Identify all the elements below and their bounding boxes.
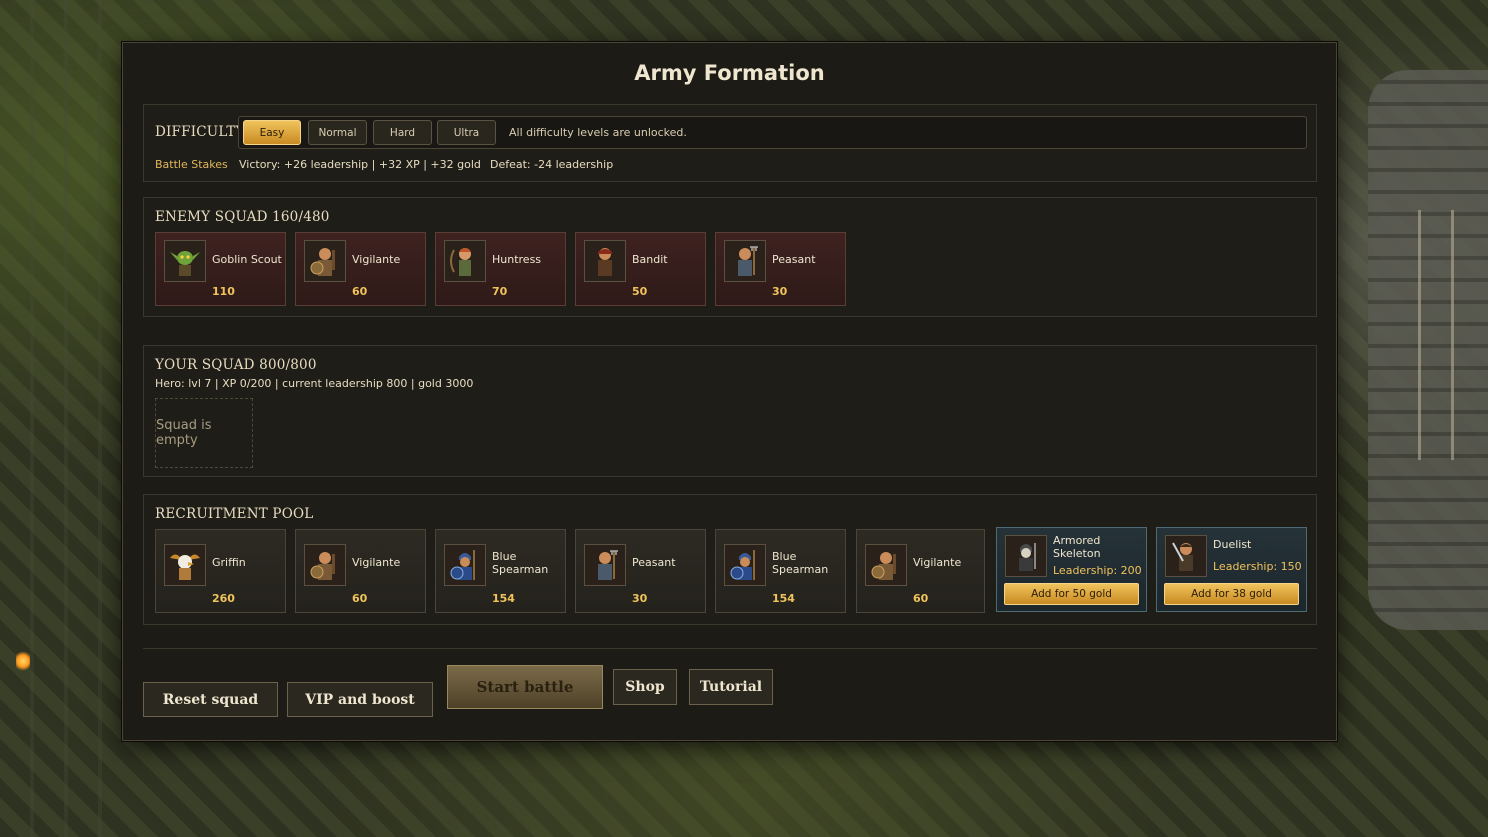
unit-name: Huntress <box>492 253 542 266</box>
difficulty-easy-button[interactable]: Easy <box>243 120 301 145</box>
your-squad-section: YOUR SQUAD 800/800 Hero: lvl 7 | XP 0/20… <box>143 345 1317 477</box>
recruit-unit-card[interactable]: Vigilante 60 <box>295 529 426 613</box>
panel-title: Army Formation <box>634 61 825 85</box>
your-squad-header: YOUR SQUAD 800/800 <box>155 357 317 373</box>
unit-name: Bandit <box>632 253 668 266</box>
unit-name: Peasant <box>632 556 676 569</box>
unit-name: Armored Skeleton <box>1053 534 1101 560</box>
tutorial-button[interactable]: Tutorial <box>689 669 773 705</box>
unit-leadership: Leadership: 150 <box>1213 560 1302 573</box>
victory-stakes: Victory: +26 leadership | +32 XP | +32 g… <box>239 158 481 171</box>
hero-info: Hero: lvl 7 | XP 0/200 | current leaders… <box>155 377 474 390</box>
difficulty-label: DIFFICULTY <box>155 124 245 140</box>
recruit-unit-card[interactable]: Peasant 30 <box>575 529 706 613</box>
skeleton-icon <box>1005 535 1047 577</box>
unit-value: 30 <box>772 285 788 298</box>
army-formation-panel: Army Formation DIFFICULTY Easy Normal Ha… <box>122 42 1337 741</box>
enemy-squad-header: ENEMY SQUAD 160/480 <box>155 209 330 225</box>
unit-value: 60 <box>913 592 929 605</box>
recruit-unit-card[interactable]: Blue Spearman 154 <box>715 529 846 613</box>
defeat-stakes: Defeat: -24 leadership <box>490 158 614 171</box>
unit-name: Blue Spearman <box>772 550 829 576</box>
duelist-icon <box>1165 535 1207 577</box>
difficulty-normal-button[interactable]: Normal <box>308 120 367 145</box>
enemy-squad-section: ENEMY SQUAD 160/480 Goblin Scout 110 Vig… <box>143 197 1317 317</box>
spearman-icon <box>724 544 766 586</box>
background-wall-left <box>0 0 122 837</box>
unit-value: 30 <box>632 592 648 605</box>
unit-value: 50 <box>632 285 648 298</box>
recruit-unit-card[interactable]: Blue Spearman 154 <box>435 529 566 613</box>
unit-name: Vigilante <box>913 556 962 569</box>
background-skeleton <box>1418 210 1454 460</box>
unit-name: Goblin Scout <box>212 253 282 266</box>
recruitment-pool-header: RECRUITMENT POOL <box>155 506 314 522</box>
unit-value: 110 <box>212 285 235 298</box>
peasant-icon <box>584 544 626 586</box>
unit-value: 60 <box>352 285 368 298</box>
recruit-unit-card[interactable]: Vigilante 60 <box>856 529 985 613</box>
vigilante-icon <box>304 240 346 282</box>
difficulty-section: DIFFICULTY Easy Normal Hard Ultra All di… <box>143 104 1317 182</box>
difficulty-hard-button[interactable]: Hard <box>373 120 432 145</box>
enemy-unit-card[interactable]: Goblin Scout 110 <box>155 232 286 306</box>
add-duelist-button[interactable]: Add for 38 gold <box>1164 583 1299 605</box>
background-candle <box>16 650 30 672</box>
squad-empty-text: Squad is empty <box>156 418 212 448</box>
add-armored-skeleton-button[interactable]: Add for 50 gold <box>1004 583 1139 605</box>
unit-name: Blue Spearman <box>492 550 549 576</box>
unit-value: 260 <box>212 592 235 605</box>
huntress-icon <box>444 240 486 282</box>
unit-name: Duelist <box>1213 538 1252 551</box>
griffin-icon <box>164 544 206 586</box>
unit-value: 154 <box>492 592 515 605</box>
enemy-unit-card[interactable]: Peasant 30 <box>715 232 846 306</box>
premium-unit-card[interactable]: Armored Skeleton Leadership: 200 Add for… <box>996 527 1147 612</box>
difficulty-selector: Easy Normal Hard Ultra All difficulty le… <box>238 116 1307 149</box>
enemy-unit-card[interactable]: Huntress 70 <box>435 232 566 306</box>
unit-name: Peasant <box>772 253 816 266</box>
recruitment-pool-section: RECRUITMENT POOL Griffin 260 Vigilante 6… <box>143 494 1317 625</box>
recruit-unit-card[interactable]: Griffin 260 <box>155 529 286 613</box>
unit-value: 60 <box>352 592 368 605</box>
vigilante-icon <box>304 544 346 586</box>
premium-unit-card[interactable]: Duelist Leadership: 150 Add for 38 gold <box>1156 527 1307 612</box>
shop-button[interactable]: Shop <box>613 669 677 705</box>
difficulty-ultra-button[interactable]: Ultra <box>437 120 496 145</box>
unit-name: Vigilante <box>352 556 401 569</box>
start-battle-button[interactable]: Start battle <box>447 665 603 709</box>
enemy-unit-card[interactable]: Vigilante 60 <box>295 232 426 306</box>
peasant-icon <box>724 240 766 282</box>
unit-leadership: Leadership: 200 <box>1053 564 1142 577</box>
bandit-icon <box>584 240 626 282</box>
vigilante-icon <box>865 544 907 586</box>
unit-name: Vigilante <box>352 253 401 266</box>
unit-name: Griffin <box>212 556 246 569</box>
reset-squad-button[interactable]: Reset squad <box>143 682 278 717</box>
vip-boost-button[interactable]: VIP and boost <box>287 682 433 717</box>
goblin-icon <box>164 240 206 282</box>
difficulty-note: All difficulty levels are unlocked. <box>509 126 687 139</box>
actions-divider <box>143 648 1317 649</box>
unit-value: 70 <box>492 285 508 298</box>
squad-empty-slot[interactable]: Squad is empty <box>155 398 253 468</box>
spearman-icon <box>444 544 486 586</box>
battle-stakes-label: Battle Stakes <box>155 158 228 171</box>
unit-value: 154 <box>772 592 795 605</box>
enemy-unit-card[interactable]: Bandit 50 <box>575 232 706 306</box>
